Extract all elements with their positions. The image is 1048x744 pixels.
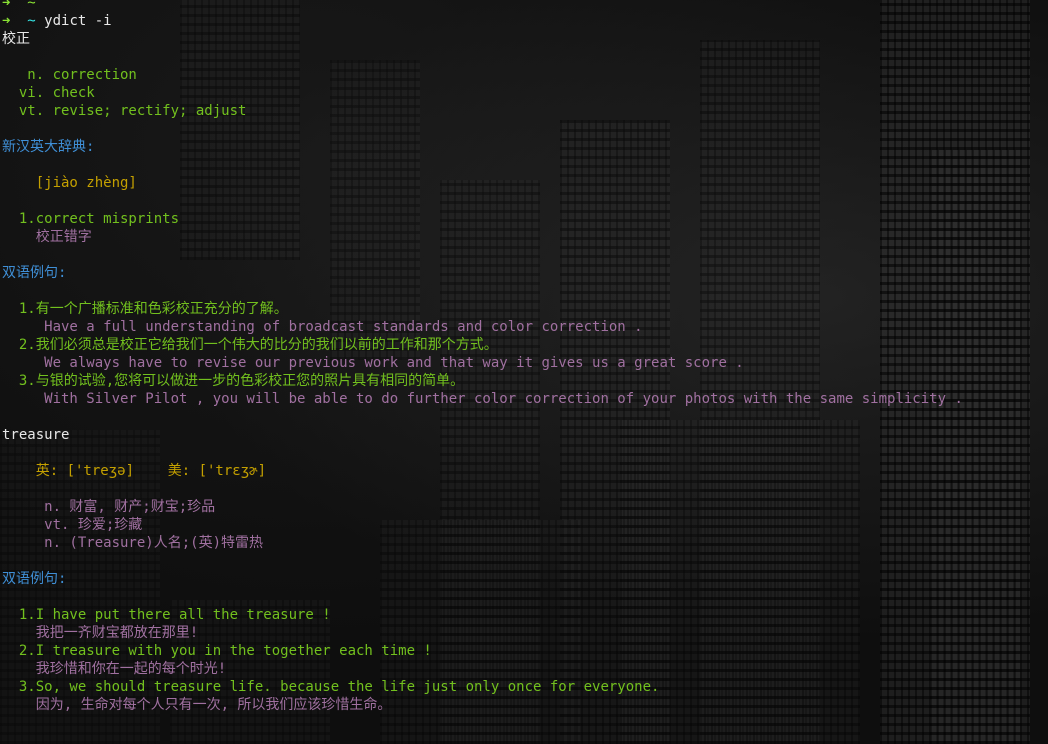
terminal-line: ➜ ~ ydict -i (2, 12, 963, 30)
terminal-line: Have a full understanding of broadcast s… (2, 318, 963, 336)
terminal-line: [jiào zhèng] (2, 174, 963, 192)
terminal-line: 2.I treasure with you in the together ea… (2, 642, 963, 660)
terminal-text: ~ (27, 13, 45, 29)
terminal-text: 我珍惜和你在一起的每个时光! (2, 661, 227, 677)
terminal-text: vi. check (2, 85, 95, 101)
terminal-text: n. correction (2, 67, 137, 83)
terminal-text: 2.I treasure with you in the together ea… (2, 643, 432, 659)
terminal-text: 3.与银的试验,您将可以做进一步的色彩校正您的照片具有相同的简单。 (2, 373, 465, 389)
terminal-text: vt. 珍爱;珍藏 (2, 517, 143, 533)
terminal-text: ➜ ~ (2, 0, 36, 11)
terminal-text: n. (Treasure)人名;(英)特雷热 (2, 535, 264, 551)
terminal-line: 校正 (2, 30, 963, 48)
terminal-text: treasure (2, 427, 70, 443)
terminal-line: vi. check (2, 84, 963, 102)
terminal-line: With Silver Pilot , you will be able to … (2, 390, 963, 408)
terminal-line: 1.I have put there all the treasure ! (2, 606, 963, 624)
terminal-line: n. (Treasure)人名;(英)特雷热 (2, 534, 963, 552)
terminal-line: vt. 珍爱;珍藏 (2, 516, 963, 534)
terminal-line: 1.correct misprints (2, 210, 963, 228)
terminal-text: Have a full understanding of broadcast s… (2, 319, 643, 335)
terminal-line: ➜ ~ (2, 0, 963, 12)
terminal-text: 英: ['treʒə] 美: ['trɛʒɚ] (2, 463, 267, 479)
terminal-text: 1.I have put there all the treasure ! (2, 607, 331, 623)
terminal-line: 英: ['treʒə] 美: ['trɛʒɚ] (2, 462, 963, 480)
terminal-line: 双语例句: (2, 570, 963, 588)
terminal-text: 2.我们必须总是校正它给我们一个伟大的比分的我们以前的工作和那个方式。 (2, 337, 498, 353)
terminal-text: 双语例句: (2, 571, 67, 587)
terminal-line: We always have to revise our previous wo… (2, 354, 963, 372)
terminal-line: treasure (2, 426, 963, 444)
terminal-line: n. 财富, 财产;财宝;珍品 (2, 498, 963, 516)
terminal-line: 3.So, we should treasure life. because t… (2, 678, 963, 696)
terminal-text: n. 财富, 财产;财宝;珍品 (2, 499, 216, 515)
terminal-line: 因为, 生命对每个人只有一次, 所以我们应该珍惜生命。 (2, 696, 963, 714)
terminal-line: 校正错字 (2, 228, 963, 246)
terminal-text: We always have to revise our previous wo… (2, 355, 744, 371)
terminal-line: 我珍惜和你在一起的每个时光! (2, 660, 963, 678)
terminal-text: 我把一齐财宝都放在那里! (2, 625, 199, 641)
terminal-line: 新汉英大辞典: (2, 138, 963, 156)
terminal-text: 新汉英大辞典: (2, 139, 95, 155)
terminal-line: 1.有一个广播标准和色彩校正充分的了解。 (2, 300, 963, 318)
terminal-line: vt. revise; rectify; adjust (2, 102, 963, 120)
terminal-text: [jiào zhèng] (2, 175, 137, 191)
terminal-line: 2.我们必须总是校正它给我们一个伟大的比分的我们以前的工作和那个方式。 (2, 336, 963, 354)
terminal-text: With Silver Pilot , you will be able to … (2, 391, 963, 407)
terminal-line: n. correction (2, 66, 963, 84)
terminal-output: ➜ ~ ➜ ~ ydict -i 校正 n. correction vi. chec… (2, 0, 963, 714)
terminal-text: 1.correct misprints (2, 211, 180, 227)
terminal-text: 1.有一个广播标准和色彩校正充分的了解。 (2, 301, 288, 317)
terminal-text: vt. revise; rectify; adjust (2, 103, 247, 119)
terminal-line: 我把一齐财宝都放在那里! (2, 624, 963, 642)
terminal-text: ➜ (2, 13, 28, 29)
terminal-window[interactable]: ➜ ~ ➜ ~ ydict -i 校正 n. correction vi. chec… (0, 0, 1048, 744)
terminal-text: 3.So, we should treasure life. because t… (2, 679, 660, 695)
terminal-text: 因为, 生命对每个人只有一次, 所以我们应该珍惜生命。 (2, 697, 392, 713)
terminal-line: 3.与银的试验,您将可以做进一步的色彩校正您的照片具有相同的简单。 (2, 372, 963, 390)
terminal-text: 校正错字 (2, 229, 92, 245)
terminal-text: ydict -i (44, 13, 112, 29)
terminal-text: 校正 (2, 31, 30, 47)
terminal-line: 双语例句: (2, 264, 963, 282)
terminal-text: 双语例句: (2, 265, 67, 281)
